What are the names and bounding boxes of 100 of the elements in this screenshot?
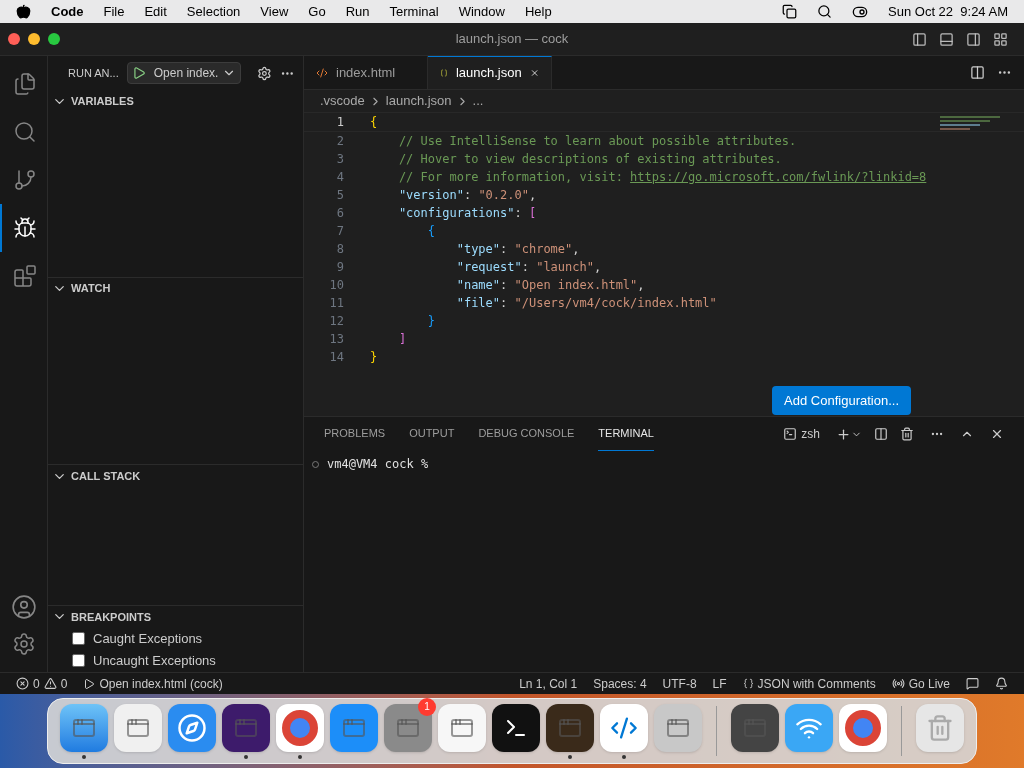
running-indicator-icon (244, 754, 248, 759)
line-ending[interactable]: LF (712, 674, 727, 693)
menu-item[interactable]: Terminal (389, 1, 439, 22)
section-header[interactable]: CALL STACK (71, 468, 141, 485)
running-indicator-icon (622, 754, 626, 759)
split-icon[interactable] (874, 427, 888, 441)
line-number: 7 (335, 223, 344, 240)
breadcrumb-item[interactable]: ... (472, 91, 484, 111)
layout-icon[interactable] (993, 31, 1008, 47)
line-number: 8 (335, 241, 344, 258)
menu-item[interactable]: Help (524, 1, 552, 22)
section-header[interactable]: VARIABLES (71, 92, 134, 110)
menu-item[interactable]: Edit (144, 1, 167, 22)
plus-icon[interactable] (836, 426, 851, 442)
error-count[interactable]: 0 (33, 674, 40, 693)
panel-tab[interactable]: DEBUG CONSOLE (478, 417, 575, 451)
code-line: "type": "chrome", (455, 241, 580, 258)
menu-item[interactable]: View (260, 1, 289, 22)
panel-right-icon[interactable] (966, 31, 981, 47)
app-icon[interactable] (546, 703, 594, 752)
braces-icon (440, 67, 448, 79)
apple-icon[interactable] (16, 4, 31, 19)
panel-left-icon[interactable] (912, 31, 927, 47)
add-configuration-button[interactable]: Add Configuration... (772, 386, 911, 415)
line-number: 14 (328, 349, 344, 366)
cursor-position[interactable]: Ln 1, Col 1 (519, 674, 578, 693)
close-icon[interactable] (990, 427, 1004, 441)
panel-tab[interactable]: TERMINAL (598, 417, 654, 451)
menu-item[interactable]: Go (308, 1, 326, 22)
code-line: "name": "Open index.html", (455, 277, 645, 294)
checkbox-label: Uncaught Exceptions (93, 652, 216, 671)
line-number: 9 (335, 259, 344, 276)
breadcrumb-item[interactable]: .vscode (320, 91, 365, 111)
code-line: ] (397, 331, 407, 348)
code-line: { (426, 223, 436, 240)
browser-icon[interactable] (276, 703, 324, 752)
warning-icon[interactable] (43, 677, 57, 690)
bell-icon[interactable] (995, 677, 1008, 690)
line-number: 13 (328, 331, 344, 348)
code-line: "request": "launch", (455, 259, 602, 276)
terminal-icon[interactable] (783, 427, 798, 441)
notification-badge: 1 (418, 697, 436, 716)
panel-tab[interactable]: OUTPUT (409, 417, 455, 451)
debug-launch-icon[interactable] (83, 677, 96, 690)
running-indicator-icon (298, 754, 302, 759)
split-editor-icon[interactable] (970, 65, 985, 80)
braces-icon (742, 678, 754, 689)
gear-icon[interactable] (257, 65, 273, 81)
play-icon[interactable] (131, 66, 146, 80)
language-mode[interactable]: JSON with Comments (757, 674, 876, 693)
section-header[interactable]: WATCH (71, 280, 111, 297)
indentation[interactable]: Spaces: 4 (593, 674, 647, 693)
menu-item[interactable]: File (103, 1, 125, 22)
panel-tab[interactable]: PROBLEMS (324, 417, 386, 451)
line-number: 6 (335, 205, 344, 222)
encoding[interactable]: UTF-8 (662, 674, 697, 693)
wifi-icon[interactable] (785, 703, 833, 752)
editor-tab[interactable]: launch.json (428, 56, 552, 89)
maximize-window-icon[interactable] (48, 33, 60, 45)
launch-status[interactable]: Open index.html (cock) (99, 674, 223, 693)
app-menu[interactable]: Code (51, 1, 84, 22)
window-title: launch.json — cock (454, 30, 570, 49)
checkbox[interactable] (72, 632, 85, 646)
running-indicator-icon (82, 754, 86, 759)
code-icon[interactable] (600, 703, 648, 752)
code-line: // Use IntelliSense to learn about possible attributes. (397, 133, 797, 150)
dock-item[interactable]: 1 (380, 697, 436, 759)
broadcast-icon[interactable] (891, 677, 905, 690)
settings-icon[interactable] (11, 632, 36, 656)
code-brackets-icon (316, 66, 328, 79)
code-line: { (369, 114, 378, 131)
code-line: } (426, 313, 436, 330)
trash-icon[interactable] (900, 427, 914, 441)
terminal-prompt: vm4@VM4 cock % (327, 456, 429, 473)
line-number: 10 (328, 277, 344, 294)
windows-icon[interactable] (782, 4, 798, 19)
shell-name[interactable]: zsh (801, 425, 820, 443)
app-icon[interactable] (731, 703, 779, 752)
search-icon[interactable] (817, 4, 833, 19)
error-icon[interactable] (16, 677, 29, 690)
panel-bottom-icon[interactable] (939, 31, 954, 47)
go-live[interactable]: Go Live (908, 674, 950, 693)
warning-count[interactable]: 0 (60, 674, 68, 693)
checkbox[interactable] (72, 654, 85, 668)
minimize-window-icon[interactable] (28, 33, 40, 45)
menu-item[interactable]: Selection (186, 1, 241, 22)
menu-item[interactable]: Window (458, 1, 505, 22)
code-line: } (369, 349, 378, 366)
breadcrumb-item[interactable]: launch.json (385, 91, 452, 111)
line-number: 3 (335, 151, 344, 168)
browser-icon[interactable] (839, 703, 887, 752)
close-window-icon[interactable] (8, 33, 20, 45)
line-number: 5 (335, 187, 344, 204)
terminal-icon[interactable] (492, 703, 540, 752)
menu-item[interactable]: Run (345, 1, 370, 22)
app-icon[interactable] (222, 703, 270, 752)
feedback-icon[interactable] (966, 677, 979, 690)
account-icon[interactable] (10, 594, 37, 620)
launch-config-select[interactable]: Open index. (126, 62, 242, 84)
section-header[interactable]: BREAKPOINTS (71, 608, 152, 626)
